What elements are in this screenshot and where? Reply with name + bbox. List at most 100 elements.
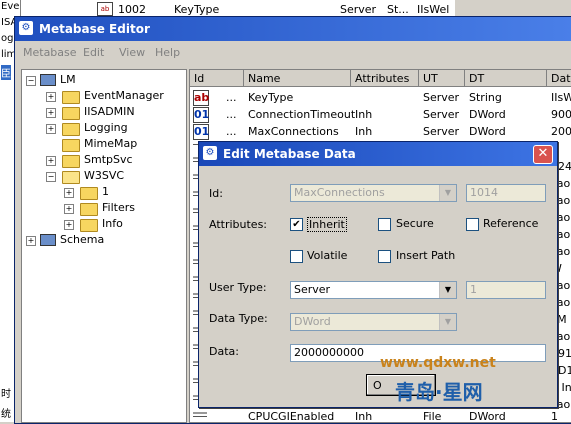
data-input-value: 2000000000 — [294, 346, 364, 359]
inherit-checkbox[interactable]: ✔ — [290, 218, 303, 231]
cell-data: 1 — [551, 410, 558, 423]
dword-type-icon: 01 — [193, 107, 210, 123]
app-icon: ⚙ — [19, 21, 33, 35]
cell-name: ConnectionTimeout — [248, 108, 356, 121]
reference-checkbox[interactable] — [466, 218, 479, 231]
folder-open-icon — [62, 171, 80, 184]
tree-label: Logging — [84, 121, 128, 134]
expand-icon[interactable]: + — [64, 188, 74, 198]
chevron-down-icon[interactable]: ▼ — [439, 314, 456, 330]
insert-path-label[interactable]: Insert Path — [396, 249, 455, 262]
folder-icon — [62, 123, 80, 136]
data-label: Data: — [209, 345, 239, 358]
col-header-dt[interactable]: DT — [465, 70, 547, 87]
close-button[interactable]: ✕ — [533, 145, 553, 164]
insert-path-checkbox[interactable] — [378, 250, 391, 263]
table-row[interactable]: 01 ... MaxConnections Inh Server DWord 2… — [190, 124, 571, 140]
cell-name: MaxConnections — [248, 125, 339, 138]
tree-label: SmtpSvc — [84, 153, 133, 166]
id-label: Id: — [209, 187, 223, 200]
col-header-name[interactable]: Name — [244, 70, 351, 87]
inherit-label[interactable]: Inherit — [307, 217, 347, 232]
id-number-field[interactable]: 1014 — [466, 184, 546, 202]
cell-ut: Server — [423, 108, 460, 121]
secure-checkbox[interactable] — [378, 218, 391, 231]
chevron-down-icon[interactable]: ▼ — [439, 282, 456, 298]
table-row[interactable]: ab ... KeyType Server String IIsW — [190, 90, 571, 106]
bg-row-name: KeyType — [174, 3, 220, 16]
menu-help[interactable]: Help — [155, 46, 180, 59]
cell-id: ... — [226, 125, 237, 138]
expand-icon[interactable]: + — [46, 124, 56, 134]
cell-dt: DWord — [469, 108, 506, 121]
expand-icon[interactable]: + — [46, 156, 56, 166]
tree-label: W3SVC — [84, 169, 125, 182]
tree-label: MimeMap — [84, 137, 138, 150]
cell-data: 2000 — [551, 125, 571, 138]
col-header-ut[interactable]: UT — [419, 70, 465, 87]
user-type-number-field[interactable]: 1 — [466, 281, 546, 299]
ok-button-label: O — [373, 379, 382, 392]
id-select-value: MaxConnections — [294, 186, 385, 199]
dialog-title: Edit Metabase Data — [223, 147, 356, 161]
bg-left-item: 臣 — [1, 65, 11, 80]
folder-icon — [80, 203, 98, 216]
data-type-label: Data Type: — [209, 312, 268, 325]
expand-icon[interactable]: + — [64, 220, 74, 230]
menu-edit[interactable]: Edit — [83, 46, 104, 59]
folder-icon — [62, 91, 80, 104]
folder-icon — [62, 107, 80, 120]
expand-icon[interactable]: + — [64, 204, 74, 214]
cell-name: KeyType — [248, 91, 294, 104]
data-type-select[interactable]: DWord ▼ — [290, 313, 457, 331]
dialog-titlebar[interactable]: ⚙ Edit Metabase Data — [199, 142, 557, 166]
tree-label: 1 — [102, 185, 109, 198]
dword-type-icon: 01 — [193, 124, 210, 140]
edit-metabase-data-dialog: ⚙ Edit Metabase Data ✕ Id: MaxConnection… — [198, 141, 558, 408]
cell-attributes: Inh — [355, 125, 373, 138]
volatile-checkbox[interactable] — [290, 250, 303, 263]
col-header-data[interactable]: Data — [547, 70, 571, 87]
bg-row-data: IIsWel — [417, 3, 450, 16]
app-icon: ⚙ — [203, 146, 217, 160]
secure-label[interactable]: Secure — [396, 217, 434, 230]
menu-metabase[interactable]: Metabase — [23, 46, 77, 59]
computer-icon — [40, 74, 56, 86]
folder-icon — [80, 187, 98, 200]
id-select[interactable]: MaxConnections ▼ — [290, 184, 457, 202]
chevron-down-icon[interactable]: ▼ — [439, 185, 456, 201]
metabase-tree: − LM + EventManager + IISADMIN + Logging… — [21, 69, 187, 423]
cell-data: IIsW — [551, 91, 571, 104]
tree-label: LM — [60, 73, 76, 86]
bg-row-number: 1002 — [118, 3, 146, 16]
collapse-icon[interactable]: − — [46, 172, 56, 182]
table-row[interactable]: CPUCGIEnabled Inh File DWord 1 — [190, 410, 571, 423]
watermark-url: www.qdxw.net — [380, 355, 496, 371]
menu-view[interactable]: View — [119, 46, 145, 59]
tree-label: Info — [102, 217, 123, 230]
string-type-icon: ab — [193, 90, 210, 106]
attributes-label: Attributes: — [209, 218, 268, 231]
collapse-icon[interactable]: − — [26, 76, 36, 86]
expand-icon[interactable]: + — [46, 92, 56, 102]
volatile-label[interactable]: Volatile — [307, 249, 347, 262]
bg-row-icon: ab — [97, 2, 113, 16]
cell-ut: Server — [423, 91, 460, 104]
data-type-value: DWord — [294, 315, 331, 328]
cell-ut: Server — [423, 125, 460, 138]
col-header-attributes[interactable]: Attributes — [351, 70, 419, 87]
menu-bar: Metabase Edit View Help — [15, 43, 571, 63]
expand-icon[interactable]: + — [46, 108, 56, 118]
expand-icon[interactable]: + — [26, 236, 36, 246]
cell-attributes: Inh — [355, 108, 373, 121]
reference-label[interactable]: Reference — [483, 217, 538, 230]
bg-row-ut: Server — [340, 3, 377, 16]
metabase-titlebar[interactable]: ⚙ Metabase Editor — [15, 17, 571, 41]
user-type-select[interactable]: Server ▼ — [290, 281, 457, 299]
col-header-id[interactable]: Id — [190, 70, 244, 87]
table-row[interactable]: 01 ... ConnectionTimeout Inh Server DWor… — [190, 107, 571, 123]
cell-id: ... — [226, 91, 237, 104]
bg-left-item: 统 — [1, 409, 11, 420]
metabase-title: Metabase Editor — [39, 22, 150, 36]
id-number-value: 1014 — [470, 186, 498, 199]
